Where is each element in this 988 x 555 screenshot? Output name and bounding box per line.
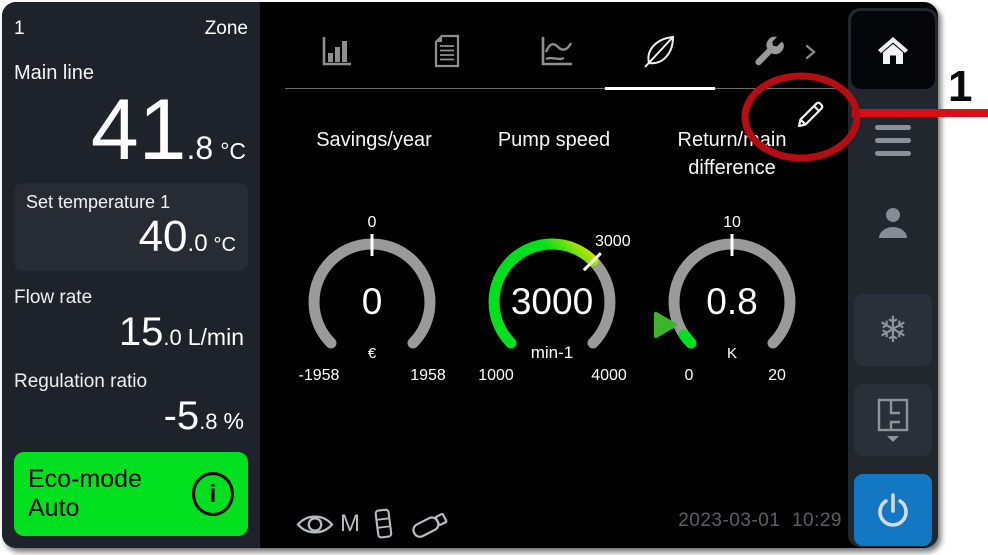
bar-chart-icon	[318, 33, 354, 69]
tab-trends[interactable]	[534, 28, 580, 74]
status-icon-row: M	[296, 506, 454, 542]
nav-home-button[interactable]	[851, 11, 935, 89]
zones-schematic-button[interactable]	[854, 384, 932, 456]
return-unit: K	[727, 345, 737, 362]
tab-service[interactable]	[745, 28, 791, 74]
hamburger-icon	[875, 125, 911, 130]
chevron-right-icon	[802, 42, 820, 62]
flow-unit: L/min	[188, 324, 244, 351]
flow-frac: .0	[163, 325, 181, 351]
cooling-mode-button[interactable]: ❄	[854, 294, 932, 366]
main-temp-frac: .8	[187, 130, 214, 167]
nav-sidebar: ❄	[848, 8, 938, 547]
savings-min-label: -1958	[299, 367, 340, 384]
leaf-icon	[641, 32, 679, 70]
savings-gauge: 0 0 € -1958 1958	[282, 210, 462, 395]
info-glyph: i	[209, 480, 216, 509]
flow-rate-label: Flow rate	[14, 287, 248, 309]
regulation-unit: %	[224, 408, 244, 435]
flow-rate-value: 15 .0 L/min	[14, 309, 248, 355]
eye-icon	[296, 511, 334, 538]
savings-max-label: 1958	[410, 367, 446, 384]
zone-panel: 1 Zone Main line 41 .8 °C Set temperatur…	[2, 2, 260, 548]
main-temp-unit: °C	[220, 138, 246, 165]
tab-divider	[285, 88, 843, 89]
tab-statistics[interactable]	[313, 28, 359, 74]
pump-value: 3000	[511, 281, 593, 322]
gauge-title-return-diff: Return/main difference	[652, 126, 812, 182]
return-diff-gauge: 10 0.8 K 0 20	[642, 210, 822, 395]
pump-min-label: 1000	[478, 367, 514, 384]
eco-mode-label: Eco-mode Auto	[28, 465, 192, 523]
power-button[interactable]	[854, 474, 932, 546]
set-temperature-value: 40 .0 °C	[26, 213, 236, 261]
set-temp-int: 40	[139, 213, 188, 261]
tab-eco[interactable]	[637, 28, 683, 74]
device-screen: 1 Zone Main line 41 .8 °C Set temperatur…	[2, 2, 938, 548]
set-temperature-tile[interactable]: Set temperature 1 40 .0 °C	[14, 183, 248, 271]
regulation-int: -5	[164, 393, 200, 439]
set-temperature-label: Set temperature 1	[26, 192, 236, 213]
pump-speed-gauge: 3000 3000 min-1 1000 4000	[462, 210, 642, 395]
gauge-title-savings: Savings/year	[299, 126, 449, 154]
trend-chart-icon	[539, 34, 575, 68]
tabs-more-button[interactable]	[802, 42, 820, 62]
return-value: 0.8	[706, 281, 757, 322]
nav-user-button[interactable]	[848, 204, 938, 244]
nav-menu-button[interactable]	[848, 125, 938, 156]
tab-report[interactable]	[424, 28, 470, 74]
usb-stick-icon	[408, 506, 454, 542]
pump-tick-label: 3000	[595, 233, 631, 250]
eco-mode-button[interactable]: Eco-mode Auto i	[14, 452, 248, 536]
dropdown-arrow-icon	[887, 436, 899, 442]
return-max-label: 20	[768, 367, 786, 384]
set-temp-unit: °C	[214, 234, 236, 257]
main-temperature-value: 41 .8 °C	[14, 87, 248, 173]
datetime-display: 2023-03-01 10:29	[602, 510, 842, 532]
tab-active-indicator	[605, 87, 715, 90]
info-icon[interactable]: i	[192, 472, 234, 516]
return-top-label: 10	[723, 214, 741, 231]
memory-card-icon	[374, 507, 394, 541]
snowflake-icon: ❄	[878, 309, 908, 351]
power-icon	[875, 491, 911, 529]
wrench-icon	[751, 34, 785, 68]
flow-int: 15	[119, 309, 164, 355]
pump-unit: min-1	[531, 343, 574, 362]
regulation-ratio-label: Regulation ratio	[14, 371, 248, 393]
main-temp-int: 41	[91, 87, 187, 173]
mode-letter: M	[340, 510, 360, 538]
gauge-title-pump-speed: Pump speed	[479, 126, 629, 154]
callout-number: 1	[948, 62, 972, 112]
person-icon	[873, 204, 913, 244]
return-min-label: 0	[685, 367, 694, 384]
zone-header: 1 Zone	[14, 18, 248, 40]
report-icon	[430, 33, 464, 69]
savings-unit: €	[368, 345, 377, 362]
set-temp-frac: .0	[188, 230, 208, 258]
savings-value: 0	[362, 281, 383, 322]
screenshot-stage: 1 Zone Main line 41 .8 °C Set temperatur…	[0, 0, 988, 555]
regulation-ratio-value: -5 .8 %	[14, 393, 248, 439]
pump-max-label: 4000	[591, 367, 627, 384]
home-icon	[874, 33, 912, 67]
regulation-frac: .8	[199, 409, 217, 435]
schematic-icon	[874, 397, 912, 443]
zone-label: Zone	[205, 18, 248, 40]
savings-top-label: 0	[368, 214, 377, 231]
zone-number: 1	[14, 18, 25, 40]
